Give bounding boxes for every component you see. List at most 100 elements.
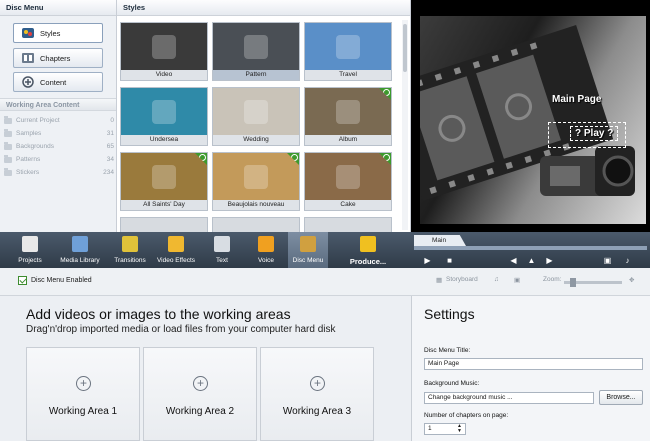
- toolbar-video-effects[interactable]: Video Effects: [156, 232, 196, 268]
- style-thumb-pattern[interactable]: Pattern: [212, 22, 300, 81]
- chapters-count-stepper[interactable]: 1 ▲ ▼: [424, 423, 466, 435]
- chapters-button-label: Chapters: [40, 53, 71, 63]
- style-thumb-undersea[interactable]: Undersea: [120, 87, 208, 146]
- preview-panel: Main Page ? Play ?: [411, 0, 650, 232]
- style-thumb-beaujolais-nouveau[interactable]: Beaujolais nouveau: [212, 152, 300, 211]
- toolbar-disc-menu[interactable]: Disc Menu: [288, 232, 328, 268]
- style-thumb-more[interactable]: [212, 217, 300, 232]
- content-button-label: Content: [40, 77, 67, 87]
- style-thumb-image: [305, 23, 391, 71]
- style-thumb-image: [213, 88, 299, 136]
- style-thumb-image: [305, 153, 391, 201]
- placeholder-icon: [336, 100, 360, 124]
- placeholder-icon: [336, 165, 360, 189]
- working-area-2[interactable]: + Working Area 2: [143, 347, 257, 441]
- toolbar-media-library[interactable]: Media Library: [60, 232, 100, 268]
- disc-menu-panel: Disc Menu Styles Chapters Content Workin…: [0, 0, 117, 232]
- folder-count: 65: [106, 143, 114, 150]
- audio-icon[interactable]: ♫: [494, 276, 499, 283]
- disc-menu-enabled-label: Disc Menu Enabled: [31, 277, 92, 284]
- disc-menu-panel-title: Disc Menu: [0, 0, 116, 16]
- working-area-label: Working Area 3: [282, 406, 352, 417]
- style-thumb-cake[interactable]: Cake: [304, 152, 392, 211]
- folder-backgrounds[interactable]: Backgrounds 65: [4, 140, 114, 153]
- style-thumb-image: [121, 218, 207, 232]
- working-area-3[interactable]: + Working Area 3: [260, 347, 374, 441]
- placeholder-icon: [152, 165, 176, 189]
- style-thumb-all-saints-day[interactable]: All Saints' Day: [120, 152, 208, 211]
- working-area-content-header: Working Area Content: [0, 98, 116, 111]
- styles-panel-title: Styles: [117, 0, 410, 16]
- transitions-icon: [122, 236, 138, 252]
- stepper-arrows-icon[interactable]: ▲ ▼: [457, 424, 462, 434]
- timeline-tab-main[interactable]: Main: [414, 235, 466, 246]
- folder-count: 0: [110, 117, 114, 124]
- preview-screen[interactable]: Main Page ? Play ?: [420, 16, 646, 224]
- toolbar-transitions[interactable]: Transitions: [110, 232, 150, 268]
- style-thumb-album[interactable]: Album: [304, 87, 392, 146]
- style-thumb-more[interactable]: [120, 217, 208, 232]
- disc-menu-enabled-checkbox[interactable]: Disc Menu Enabled: [18, 276, 92, 285]
- chapters-count-label: Number of chapters on page:: [424, 412, 509, 419]
- styles-button[interactable]: Styles: [13, 23, 103, 43]
- timeline-bar[interactable]: [414, 246, 647, 250]
- next-icon[interactable]: ▶: [545, 256, 554, 265]
- toolbar-label: Text: [216, 257, 228, 264]
- background-music-label: Background Music:: [424, 380, 480, 387]
- volume-icon[interactable]: ♪: [623, 256, 632, 265]
- style-thumb-video[interactable]: Video: [120, 22, 208, 81]
- working-area-subtitle: Drag'n'drop imported media or load files…: [26, 324, 336, 335]
- palette-icon: [21, 27, 35, 39]
- fit-icon[interactable]: ✥: [629, 276, 634, 284]
- style-thumb-travel[interactable]: Travel: [304, 22, 392, 81]
- style-thumb-more[interactable]: [304, 217, 392, 232]
- add-circle-icon: +: [76, 376, 91, 391]
- chapters-button[interactable]: Chapters: [13, 48, 103, 68]
- marker-icon[interactable]: ▲: [527, 256, 536, 265]
- toolbar-text[interactable]: Text: [202, 232, 242, 268]
- style-thumb-label: Beaujolais nouveau: [213, 200, 299, 210]
- menu-title-text[interactable]: Main Page: [552, 94, 601, 105]
- toolbar-label: Disc Menu: [292, 257, 324, 264]
- settings-panel: Settings Disc Menu Title: Main Page Back…: [411, 296, 650, 441]
- placeholder-icon: [244, 35, 268, 59]
- style-thumb-label: Video: [121, 70, 207, 80]
- style-thumb-image: [121, 153, 207, 201]
- working-area-1[interactable]: + Working Area 1: [26, 347, 140, 441]
- browse-button[interactable]: Browse...: [599, 390, 643, 405]
- style-thumb-image: [121, 88, 207, 136]
- player-controls: Main ▶ ■ ◀ ▲ ▶ ▣ ♪: [411, 232, 650, 268]
- styles-scrollbar[interactable]: [402, 20, 408, 230]
- placeholder-icon: [244, 100, 268, 124]
- style-thumb-image: [213, 23, 299, 71]
- toolbar-projects[interactable]: Projects: [10, 232, 50, 268]
- style-thumb-label: Travel: [305, 70, 391, 80]
- folder-patterns[interactable]: Patterns 34: [4, 153, 114, 166]
- style-thumb-image: [305, 218, 391, 232]
- folder-icon: [4, 115, 12, 124]
- zoom-slider-handle[interactable]: [570, 278, 576, 287]
- add-circle-icon: +: [193, 376, 208, 391]
- styles-button-label: Styles: [40, 28, 61, 38]
- folder-samples[interactable]: Samples 31: [4, 127, 114, 140]
- scrollbar-thumb[interactable]: [403, 24, 407, 72]
- disc-menu-title-input[interactable]: Main Page: [424, 358, 643, 370]
- toolbar-produce[interactable]: Produce...: [344, 232, 392, 268]
- fullscreen-icon[interactable]: ▣: [603, 256, 612, 265]
- prev-icon[interactable]: ◀: [509, 256, 518, 265]
- menu-play-text[interactable]: ? Play ?: [570, 126, 619, 141]
- storyboard-icon[interactable]: ▦: [436, 276, 442, 284]
- folder-stickers[interactable]: Stickers 234: [4, 166, 114, 179]
- storyboard-label[interactable]: Storyboard: [446, 276, 478, 283]
- background-music-input[interactable]: Change background music ...: [424, 392, 594, 404]
- folder-current-project[interactable]: Current Project 0: [4, 114, 114, 127]
- disc-menu-icon: [300, 236, 316, 252]
- play-icon[interactable]: ▶: [423, 256, 432, 265]
- main-toolbar: Projects Media Library Transitions Video…: [0, 232, 411, 268]
- stop-icon[interactable]: ■: [445, 256, 454, 265]
- style-thumb-label: Wedding: [213, 135, 299, 145]
- toolbar-voice[interactable]: Voice: [246, 232, 286, 268]
- content-button[interactable]: Content: [13, 72, 103, 92]
- display-icon[interactable]: ▣: [514, 276, 520, 284]
- style-thumb-wedding[interactable]: Wedding: [212, 87, 300, 146]
